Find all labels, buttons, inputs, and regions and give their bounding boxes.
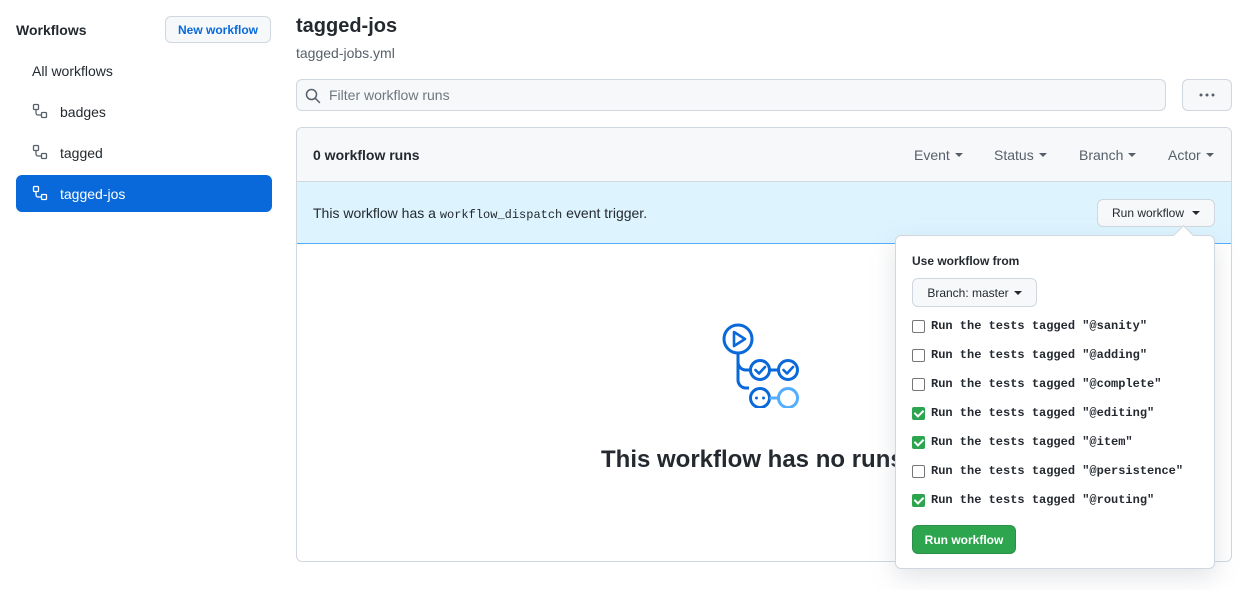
new-workflow-button[interactable]: New workflow (165, 16, 271, 43)
dispatch-text: This workflow has a workflow_dispatch ev… (313, 205, 647, 222)
filter-workflow-runs-input[interactable] (329, 80, 1149, 110)
option-item[interactable]: Run the tests tagged "@item" (912, 432, 1133, 452)
filter-event[interactable]: Event (914, 147, 963, 163)
checkbox[interactable] (912, 319, 925, 333)
runs-count: 0 workflow runs (313, 147, 420, 163)
option-persistence[interactable]: Run the tests tagged "@persistence" (912, 461, 1183, 481)
filter-label: Branch (1079, 147, 1124, 163)
caret-down-icon (954, 153, 963, 157)
option-label: Run the tests tagged "@adding" (931, 348, 1148, 362)
workflow-icon (32, 185, 48, 201)
more-options-button[interactable] (1182, 79, 1232, 111)
sidebar-item-tagged-jos[interactable]: tagged-jos (16, 175, 272, 212)
caret-down-icon (1038, 153, 1047, 157)
sidebar-item-badges[interactable]: badges (16, 93, 272, 130)
page-title: tagged-jos (296, 15, 398, 37)
filter-branch[interactable]: Branch (1079, 147, 1137, 163)
sidebar-item-label: badges (60, 103, 106, 120)
workflow-icon (32, 103, 48, 119)
option-label: Run the tests tagged "@complete" (931, 377, 1162, 391)
filter-label: Event (914, 147, 950, 163)
option-editing[interactable]: Run the tests tagged "@editing" (912, 403, 1154, 423)
sidebar-title: Workflows (16, 22, 87, 38)
dispatch-code: workflow_dispatch (439, 208, 563, 222)
caret-down-icon (1013, 290, 1022, 295)
runs-header: 0 workflow runs Event Status Branch Acto… (297, 128, 1231, 182)
sidebar-item-tagged[interactable]: tagged (16, 134, 272, 171)
filter-label: Status (994, 147, 1034, 163)
checkbox-checked[interactable] (912, 406, 925, 420)
filter-search (296, 79, 1166, 111)
caret-down-icon (1128, 153, 1137, 157)
dispatch-text-before: This workflow has a (313, 205, 440, 221)
sidebar-item-all-workflows[interactable]: All workflows (16, 52, 272, 89)
empty-state-message: This workflow has no runs y (601, 446, 924, 473)
workflow-actions-icon (722, 323, 799, 408)
run-workflow-dropdown-button[interactable]: Run workflow (1097, 199, 1215, 227)
checkbox-checked[interactable] (912, 435, 925, 449)
option-sanity[interactable]: Run the tests tagged "@sanity" (912, 316, 1147, 336)
workflow-icon (32, 144, 48, 160)
filter-status[interactable]: Status (994, 147, 1047, 163)
option-label: Run the tests tagged "@routing" (931, 493, 1155, 507)
filter-label: Actor (1168, 147, 1201, 163)
search-icon (305, 88, 321, 104)
run-workflow-label: Run workflow (1111, 206, 1185, 220)
checkbox[interactable] (912, 464, 925, 478)
branch-select-button[interactable]: Branch: master (912, 278, 1037, 307)
kebab-horizontal-icon (1199, 93, 1215, 97)
option-label: Run the tests tagged "@item" (931, 435, 1133, 449)
sidebar-item-label: tagged-jos (60, 185, 126, 202)
option-label: Run the tests tagged "@editing" (931, 406, 1155, 420)
use-workflow-from-label: Use workflow from (912, 254, 1020, 268)
option-routing[interactable]: Run the tests tagged "@routing" (912, 490, 1154, 510)
checkbox[interactable] (912, 377, 925, 391)
branch-label: Branch: master (927, 285, 1009, 300)
dispatch-text-after: event trigger. (562, 205, 648, 221)
filter-actor[interactable]: Actor (1168, 147, 1214, 163)
checkbox[interactable] (912, 348, 925, 362)
option-label: Run the tests tagged "@sanity" (931, 319, 1148, 333)
caret-down-icon (1205, 153, 1214, 157)
sidebar-item-label: All workflows (32, 62, 113, 79)
run-workflow-submit-button[interactable]: Run workflow (912, 525, 1016, 554)
checkbox-checked[interactable] (912, 493, 925, 507)
sidebar-item-label: tagged (60, 144, 103, 161)
option-label: Run the tests tagged "@persistence" (931, 464, 1184, 478)
caret-down-icon (1192, 211, 1201, 215)
workflow-file-name[interactable]: tagged-jobs.yml (296, 45, 395, 61)
option-adding[interactable]: Run the tests tagged "@adding" (912, 345, 1147, 365)
sidebar: Workflows New workflow All workflows bad… (0, 0, 288, 590)
option-complete[interactable]: Run the tests tagged "@complete" (912, 374, 1161, 394)
run-workflow-popover: Use workflow from Branch: master Run the… (895, 224, 1215, 569)
